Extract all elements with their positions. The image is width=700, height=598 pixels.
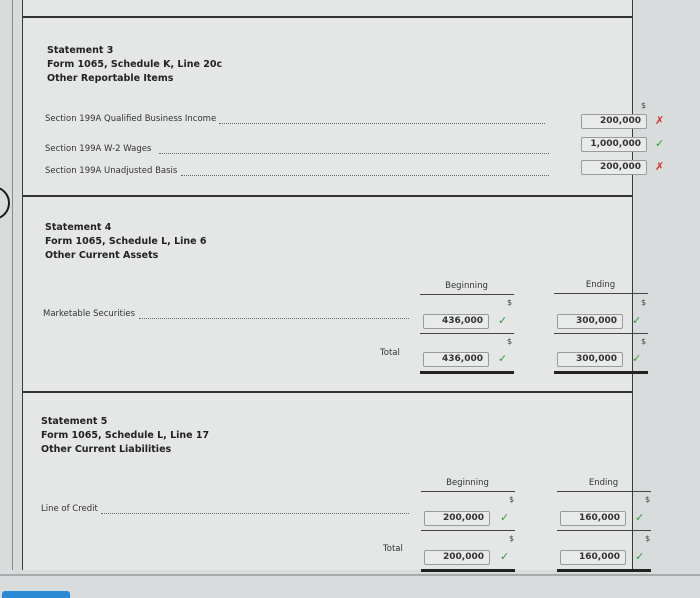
statement-title: Statement 3 (47, 45, 114, 56)
ending-amount-input[interactable]: 160,000 (560, 511, 626, 526)
row-label-line-of-credit: Line of Credit (41, 504, 98, 514)
column-rule (420, 333, 514, 334)
column-rule (557, 491, 651, 492)
statement-4-header: Statement 4 Form 1065, Schedule L, Line … (45, 221, 207, 263)
correct-check-icon: ✓ (500, 550, 510, 563)
total-double-rule (554, 371, 648, 374)
correct-check-icon: ✓ (498, 352, 508, 365)
statement-form-line: Form 1065, Schedule K, Line 20c (47, 59, 223, 70)
statement-3-section: Statement 3 Form 1065, Schedule K, Line … (23, 16, 664, 196)
currency-symbol: $ (507, 337, 513, 346)
column-rule (420, 294, 514, 295)
statements-panel: Statement 3 Form 1065, Schedule K, Line … (22, 0, 664, 572)
correct-check-icon: ✓ (498, 314, 508, 327)
row-label-w2-wages: Section 199A W-2 Wages (45, 144, 152, 154)
column-rule (421, 530, 515, 531)
currency-symbol: $ (641, 337, 647, 346)
row-label-unadjusted-basis: Section 199A Unadjusted Basis (45, 166, 178, 176)
beginning-amount-input[interactable]: 436,000 (423, 314, 489, 329)
leader-dots (139, 317, 409, 319)
statement-form-line: Form 1065, Schedule L, Line 6 (45, 236, 207, 247)
currency-symbol: $ (507, 298, 513, 307)
statement-4-section: Statement 4 Form 1065, Schedule L, Line … (23, 195, 648, 392)
statement-subtitle: Other Reportable Items (47, 73, 174, 84)
currency-symbol: $ (509, 495, 515, 504)
total-double-rule (557, 569, 651, 572)
row-label-marketable-securities: Marketable Securities (43, 309, 136, 319)
amount-input-w2-wages[interactable]: 1,000,000 (581, 137, 647, 152)
statement-subtitle: Other Current Assets (45, 250, 159, 261)
currency-symbol: $ (641, 101, 647, 110)
currency-symbol: $ (645, 534, 651, 543)
total-label: Total (383, 544, 403, 554)
total-beginning-input[interactable]: 436,000 (423, 352, 489, 367)
incorrect-x-icon: ✗ (655, 114, 665, 127)
column-rule (554, 293, 648, 294)
statement-title: Statement 5 (41, 416, 108, 427)
ending-amount-input[interactable]: 300,000 (557, 314, 623, 329)
statement-subtitle: Other Current Liabilities (41, 444, 172, 455)
currency-symbol: $ (641, 298, 647, 307)
column-header-ending: Ending (588, 478, 619, 488)
correct-check-icon: ✓ (635, 550, 645, 563)
incorrect-x-icon: ✗ (655, 160, 665, 173)
currency-symbol: $ (509, 534, 515, 543)
total-double-rule (420, 371, 514, 374)
leader-dots (181, 174, 549, 176)
statement-form-line: Form 1065, Schedule L, Line 17 (41, 430, 210, 441)
statement-title: Statement 4 (45, 222, 112, 233)
column-rule (421, 491, 515, 492)
correct-check-icon: ✓ (635, 511, 645, 524)
total-ending-input[interactable]: 300,000 (557, 352, 623, 367)
currency-symbol: $ (645, 495, 651, 504)
total-double-rule (421, 569, 515, 572)
statement-5-section: Statement 5 Form 1065, Schedule L, Line … (23, 391, 651, 572)
leader-dots (159, 152, 549, 154)
total-beginning-input[interactable]: 200,000 (424, 550, 490, 565)
amount-input-qbi[interactable]: 200,000 (581, 114, 647, 129)
bottom-divider (0, 574, 700, 576)
column-header-beginning: Beginning (446, 478, 489, 488)
beginning-amount-input[interactable]: 200,000 (424, 511, 490, 526)
correct-check-icon: ✓ (632, 314, 642, 327)
statement-3-header: Statement 3 Form 1065, Schedule K, Line … (47, 44, 222, 86)
correct-check-icon: ✓ (632, 352, 642, 365)
total-ending-input[interactable]: 160,000 (560, 550, 626, 565)
column-header-beginning: Beginning (445, 281, 488, 291)
total-label: Total (380, 348, 400, 358)
column-rule (554, 333, 648, 334)
row-label-qbi: Section 199A Qualified Business Income (45, 114, 217, 124)
radio-circle-icon (0, 186, 10, 220)
leader-dots (219, 122, 545, 124)
correct-check-icon: ✓ (655, 137, 665, 150)
column-header-ending: Ending (585, 280, 616, 290)
outer-border-line (12, 0, 13, 570)
column-rule (557, 530, 651, 531)
amount-input-unadjusted-basis[interactable]: 200,000 (581, 160, 647, 175)
blue-button-edge[interactable] (2, 591, 70, 598)
statement-5-header: Statement 5 Form 1065, Schedule L, Line … (41, 415, 209, 457)
correct-check-icon: ✓ (500, 511, 510, 524)
leader-dots (101, 512, 409, 514)
